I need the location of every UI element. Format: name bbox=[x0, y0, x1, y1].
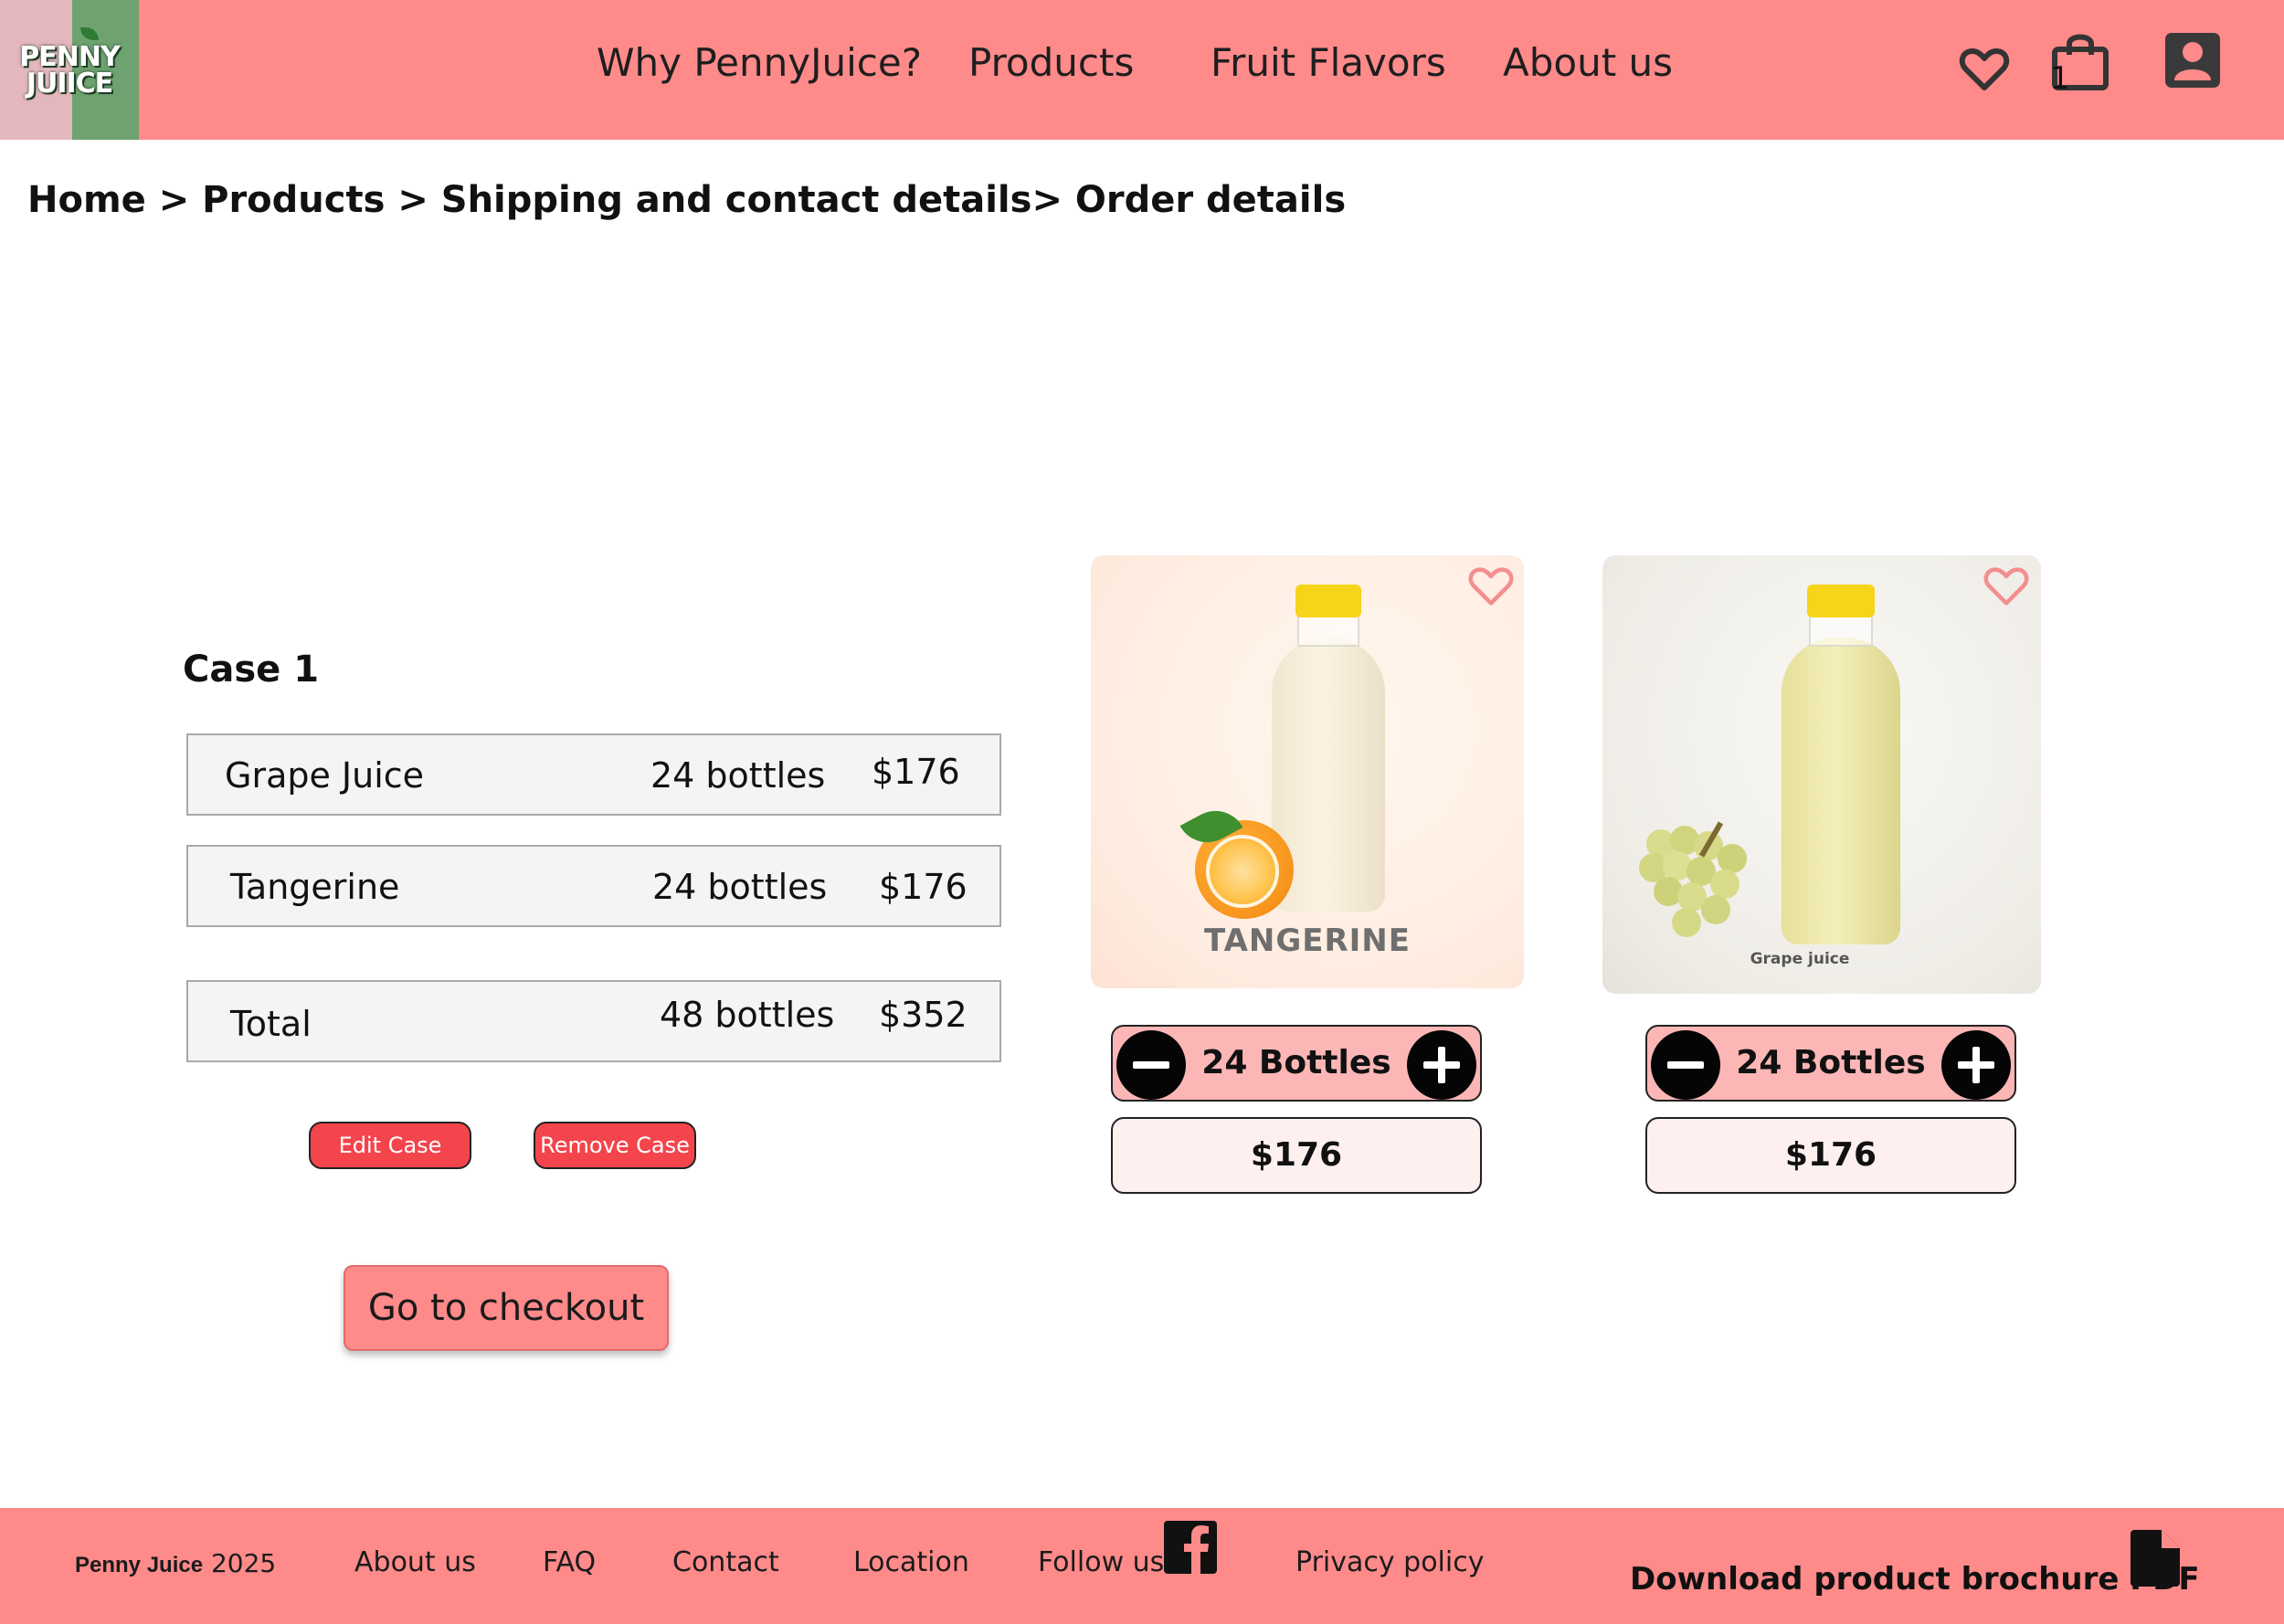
logo-text-line2: JUIICE bbox=[26, 68, 113, 100]
nav-about-us[interactable]: About us bbox=[1503, 40, 1673, 85]
row-price: $176 bbox=[872, 752, 960, 792]
remove-case-button[interactable]: Remove Case bbox=[534, 1122, 696, 1169]
increase-quantity-button[interactable] bbox=[1407, 1030, 1476, 1100]
bottle-cap bbox=[1295, 585, 1361, 617]
download-brochure-link[interactable]: Download product brochure PDF bbox=[1630, 1561, 2200, 1598]
case-title: Case 1 bbox=[183, 649, 320, 691]
product-image-grape-juice[interactable]: Grape juice bbox=[1602, 555, 2041, 994]
footer-link-privacy-policy[interactable]: Privacy policy bbox=[1295, 1546, 1484, 1578]
total-price: $352 bbox=[879, 995, 968, 1035]
favorite-heart-icon[interactable] bbox=[1983, 566, 2030, 606]
bottle-neck bbox=[1809, 614, 1873, 647]
total-label: Total bbox=[230, 1004, 312, 1044]
breadcrumb[interactable]: Home > Products > Shipping and contact d… bbox=[27, 179, 1346, 221]
quantity-stepper-grape-juice: 24 Bottles bbox=[1645, 1025, 2016, 1102]
product-image-tangerine[interactable]: TANGERINE bbox=[1091, 555, 1524, 988]
footer-link-about-us[interactable]: About us bbox=[354, 1546, 476, 1578]
product-price-tangerine: $176 bbox=[1111, 1117, 1482, 1194]
account-icon[interactable] bbox=[2163, 31, 2222, 90]
footer: Penny Juice 2025 About us FAQ Contact Lo… bbox=[0, 1508, 2284, 1624]
case-row-tangerine: Tangerine 24 bottles $176 bbox=[186, 845, 1001, 927]
row-quantity: 24 bottles bbox=[650, 755, 826, 796]
top-header: PENNY JUIICE Why PennyJuice? Products Fr… bbox=[0, 0, 2284, 140]
quantity-stepper-tangerine: 24 Bottles bbox=[1111, 1025, 1482, 1102]
product-price-grape-juice: $176 bbox=[1645, 1117, 2016, 1194]
bottle-cap bbox=[1807, 585, 1875, 617]
image-caption: Grape juice bbox=[1750, 950, 1850, 968]
nav-fruit-flavors[interactable]: Fruit Flavors bbox=[1211, 40, 1446, 85]
logo-leaf-icon bbox=[80, 27, 99, 40]
pennyjuice-logo[interactable]: PENNY JUIICE bbox=[0, 0, 139, 140]
decrease-quantity-button[interactable] bbox=[1116, 1030, 1186, 1100]
footer-follow-label: Follow us bbox=[1038, 1546, 1165, 1578]
logo-text-line1: PENNY bbox=[19, 41, 120, 73]
edit-case-button[interactable]: Edit Case bbox=[309, 1122, 471, 1169]
footer-link-location[interactable]: Location bbox=[853, 1546, 969, 1578]
nav-why-pennyjuice[interactable]: Why PennyJuice? bbox=[597, 40, 922, 85]
row-product-name: Tangerine bbox=[230, 867, 400, 907]
cart-count-badge: 1 bbox=[2050, 60, 2070, 97]
row-product-name: Grape Juice bbox=[225, 755, 425, 796]
increase-quantity-button[interactable] bbox=[1941, 1030, 2011, 1100]
decrease-quantity-button[interactable] bbox=[1651, 1030, 1720, 1100]
bottle-body bbox=[1782, 638, 1900, 944]
image-caption: TANGERINE bbox=[1204, 923, 1411, 959]
row-quantity: 24 bottles bbox=[652, 867, 828, 907]
favorite-heart-icon[interactable] bbox=[1467, 566, 1515, 606]
nav-products[interactable]: Products bbox=[968, 40, 1134, 85]
pdf-file-icon[interactable] bbox=[2131, 1530, 2180, 1587]
bottle-neck bbox=[1297, 614, 1359, 647]
footer-copyright: Penny Juice 2025 bbox=[75, 1548, 276, 1578]
footer-link-faq[interactable]: FAQ bbox=[543, 1546, 596, 1578]
facebook-icon[interactable] bbox=[1164, 1521, 1217, 1574]
footer-year: 2025 bbox=[210, 1548, 277, 1578]
case-total-row: Total 48 bottles $352 bbox=[186, 980, 1001, 1062]
row-price: $176 bbox=[879, 867, 968, 907]
logo-text: PENNY JUIICE bbox=[0, 41, 139, 100]
footer-brand: Penny Juice bbox=[75, 1553, 204, 1577]
wishlist-heart-icon[interactable] bbox=[1959, 47, 2010, 91]
tangerine-slice bbox=[1206, 835, 1279, 908]
case-row-grape-juice: Grape Juice 24 bottles $176 bbox=[186, 733, 1001, 816]
footer-link-contact[interactable]: Contact bbox=[672, 1546, 779, 1578]
total-quantity: 48 bottles bbox=[660, 995, 835, 1035]
go-to-checkout-button[interactable]: Go to checkout bbox=[344, 1265, 669, 1351]
